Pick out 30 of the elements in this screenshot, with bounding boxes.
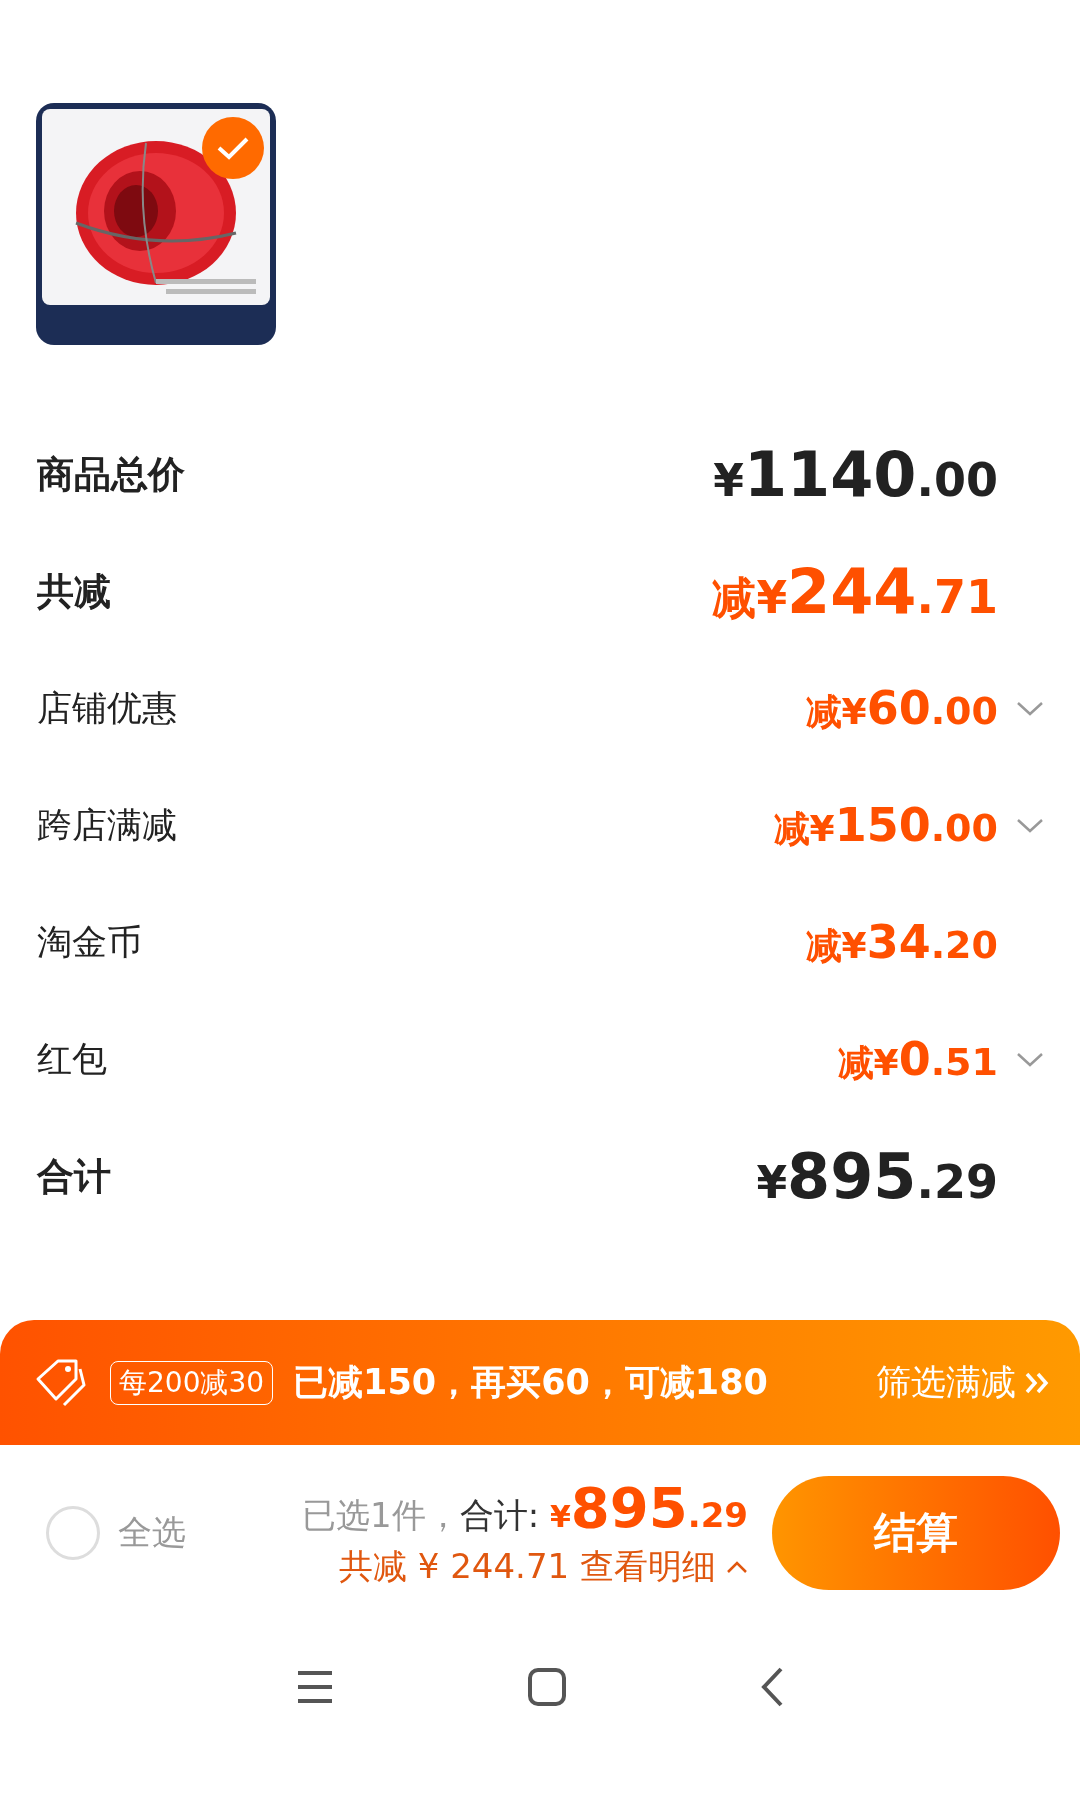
amount: 减¥244.71 xyxy=(712,555,998,628)
amount: ¥895.29 xyxy=(756,1140,998,1213)
chevron-down-icon[interactable] xyxy=(1016,1051,1044,1068)
row-label: 店铺优惠 xyxy=(37,687,177,730)
checkout-button[interactable]: 结算 xyxy=(772,1475,1060,1590)
filter-link[interactable]: 筛选满减 xyxy=(876,1359,1050,1406)
amount: 减¥0.51 xyxy=(837,1031,998,1088)
chevron-down-icon[interactable] xyxy=(1016,700,1044,717)
savings-details-link[interactable]: 共减 ¥ 244.71 查看明细 xyxy=(338,1544,748,1590)
double-chevron-icon xyxy=(1024,1370,1050,1395)
promo-message: 已减150，再买60，可减180 xyxy=(293,1361,769,1404)
total-summary: 已选1件，合计: ¥895.29 xyxy=(302,1475,748,1540)
chevron-up-icon xyxy=(726,1560,748,1574)
select-all-label[interactable]: 全选 xyxy=(118,1509,186,1556)
select-all-radio[interactable] xyxy=(46,1505,100,1560)
amount: 减¥150.00 xyxy=(773,797,998,854)
amount: ¥1140.00 xyxy=(713,438,998,511)
row-label: 商品总价 xyxy=(37,451,185,498)
chevron-down-icon[interactable] xyxy=(1016,817,1044,834)
row-label: 淘金币 xyxy=(37,921,142,964)
amount: 减¥60.00 xyxy=(805,680,998,737)
row-label: 合计 xyxy=(37,1153,111,1200)
row-label: 红包 xyxy=(37,1038,107,1081)
row-label: 共减 xyxy=(37,568,111,615)
menu-icon[interactable] xyxy=(296,1669,335,1704)
home-icon[interactable] xyxy=(527,1666,567,1707)
promo-badge: 每200减30 xyxy=(110,1360,274,1405)
amount: 减¥34.20 xyxy=(805,914,998,971)
back-icon[interactable] xyxy=(759,1666,784,1707)
row-label: 跨店满减 xyxy=(37,804,177,847)
